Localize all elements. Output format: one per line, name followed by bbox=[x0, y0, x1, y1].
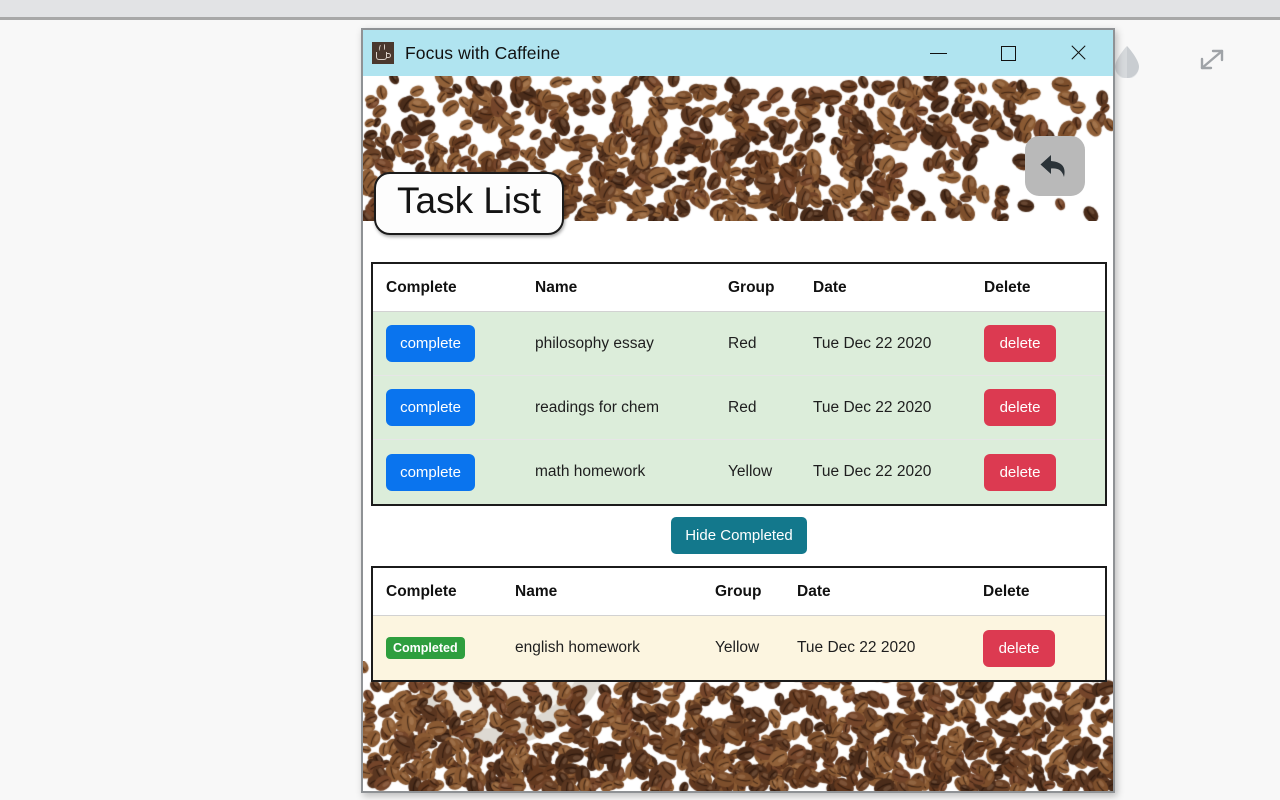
status-badge: Completed bbox=[386, 637, 465, 659]
os-top-strip bbox=[0, 0, 1280, 17]
task-name: english homework bbox=[515, 639, 640, 656]
active-tasks-table: Complete Name Group Date Delete complete… bbox=[371, 262, 1107, 506]
window-title: Focus with Caffeine bbox=[405, 42, 561, 63]
status-cell: Completed bbox=[373, 637, 513, 659]
completed-tasks-table: Complete Name Group Date Delete Complete… bbox=[371, 566, 1107, 682]
task-name: math homework bbox=[535, 463, 646, 480]
app-content: Task List Complete Name Group Date Delet… bbox=[363, 76, 1113, 791]
delete-button[interactable]: delete bbox=[983, 629, 1055, 667]
column-header-complete: Complete bbox=[386, 582, 457, 600]
task-group: Red bbox=[728, 334, 757, 352]
delete-cell: delete bbox=[976, 325, 1096, 362]
delete-cell: delete bbox=[975, 629, 1093, 667]
complete-button[interactable]: complete bbox=[386, 389, 475, 426]
maximize-icon bbox=[1000, 45, 1016, 61]
completed-table-header-row: Complete Name Group Date Delete bbox=[373, 568, 1105, 616]
column-header-name: Name bbox=[515, 582, 558, 600]
task-date: Tue Dec 22 2020 bbox=[797, 639, 916, 656]
table-row: complete readings for chem Red Tue Dec 2… bbox=[373, 376, 1105, 440]
maximize-button[interactable] bbox=[973, 30, 1043, 76]
column-header-name: Name bbox=[535, 278, 578, 296]
delete-button[interactable]: delete bbox=[984, 453, 1056, 491]
table-row: complete math homework Yellow Tue Dec 22… bbox=[373, 440, 1105, 504]
coffee-cup-icon bbox=[372, 42, 394, 64]
close-button[interactable] bbox=[1043, 30, 1113, 76]
close-icon bbox=[1069, 44, 1087, 62]
os-top-rule bbox=[0, 17, 1280, 20]
table-row: complete philosophy essay Red Tue Dec 22… bbox=[373, 312, 1105, 376]
app-window: Focus with Caffeine Task List Complete N… bbox=[361, 28, 1115, 793]
task-name: philosophy essay bbox=[535, 334, 654, 352]
task-group: Yellow bbox=[728, 463, 773, 480]
minimize-icon bbox=[929, 52, 947, 54]
contrast-droplet-icon[interactable] bbox=[1112, 44, 1142, 78]
window-titlebar: Focus with Caffeine bbox=[363, 30, 1113, 76]
task-date: Tue Dec 22 2020 bbox=[813, 334, 932, 352]
column-header-date: Date bbox=[813, 278, 847, 296]
delete-cell: delete bbox=[976, 389, 1096, 426]
complete-button[interactable]: complete bbox=[386, 325, 475, 362]
complete-cell: complete bbox=[373, 389, 533, 426]
back-button[interactable] bbox=[1025, 136, 1085, 196]
column-header-group: Group bbox=[728, 278, 775, 296]
task-date: Tue Dec 22 2020 bbox=[813, 463, 932, 480]
column-header-group: Group bbox=[715, 582, 762, 600]
hide-completed-button[interactable]: Hide Completed bbox=[671, 516, 807, 554]
task-name: readings for chem bbox=[535, 398, 660, 416]
minimize-button[interactable] bbox=[903, 30, 973, 76]
expand-arrows-icon[interactable] bbox=[1192, 42, 1232, 78]
delete-button[interactable]: delete bbox=[984, 325, 1056, 362]
task-group: Yellow bbox=[715, 639, 760, 656]
task-date: Tue Dec 22 2020 bbox=[813, 398, 932, 416]
table-row: Completed english homework Yellow Tue De… bbox=[373, 616, 1105, 680]
delete-button[interactable]: delete bbox=[984, 389, 1056, 426]
complete-button[interactable]: complete bbox=[386, 453, 475, 491]
complete-cell: complete bbox=[373, 325, 533, 362]
column-header-complete: Complete bbox=[386, 278, 457, 296]
column-header-delete: Delete bbox=[983, 582, 1030, 600]
complete-cell: complete bbox=[373, 453, 533, 491]
column-header-date: Date bbox=[797, 582, 831, 600]
page-title: Task List bbox=[374, 172, 564, 235]
task-group: Red bbox=[728, 398, 757, 416]
delete-cell: delete bbox=[976, 453, 1096, 491]
back-arrow-icon bbox=[1040, 155, 1065, 177]
active-table-header-row: Complete Name Group Date Delete bbox=[373, 264, 1105, 312]
column-header-delete: Delete bbox=[984, 278, 1031, 296]
